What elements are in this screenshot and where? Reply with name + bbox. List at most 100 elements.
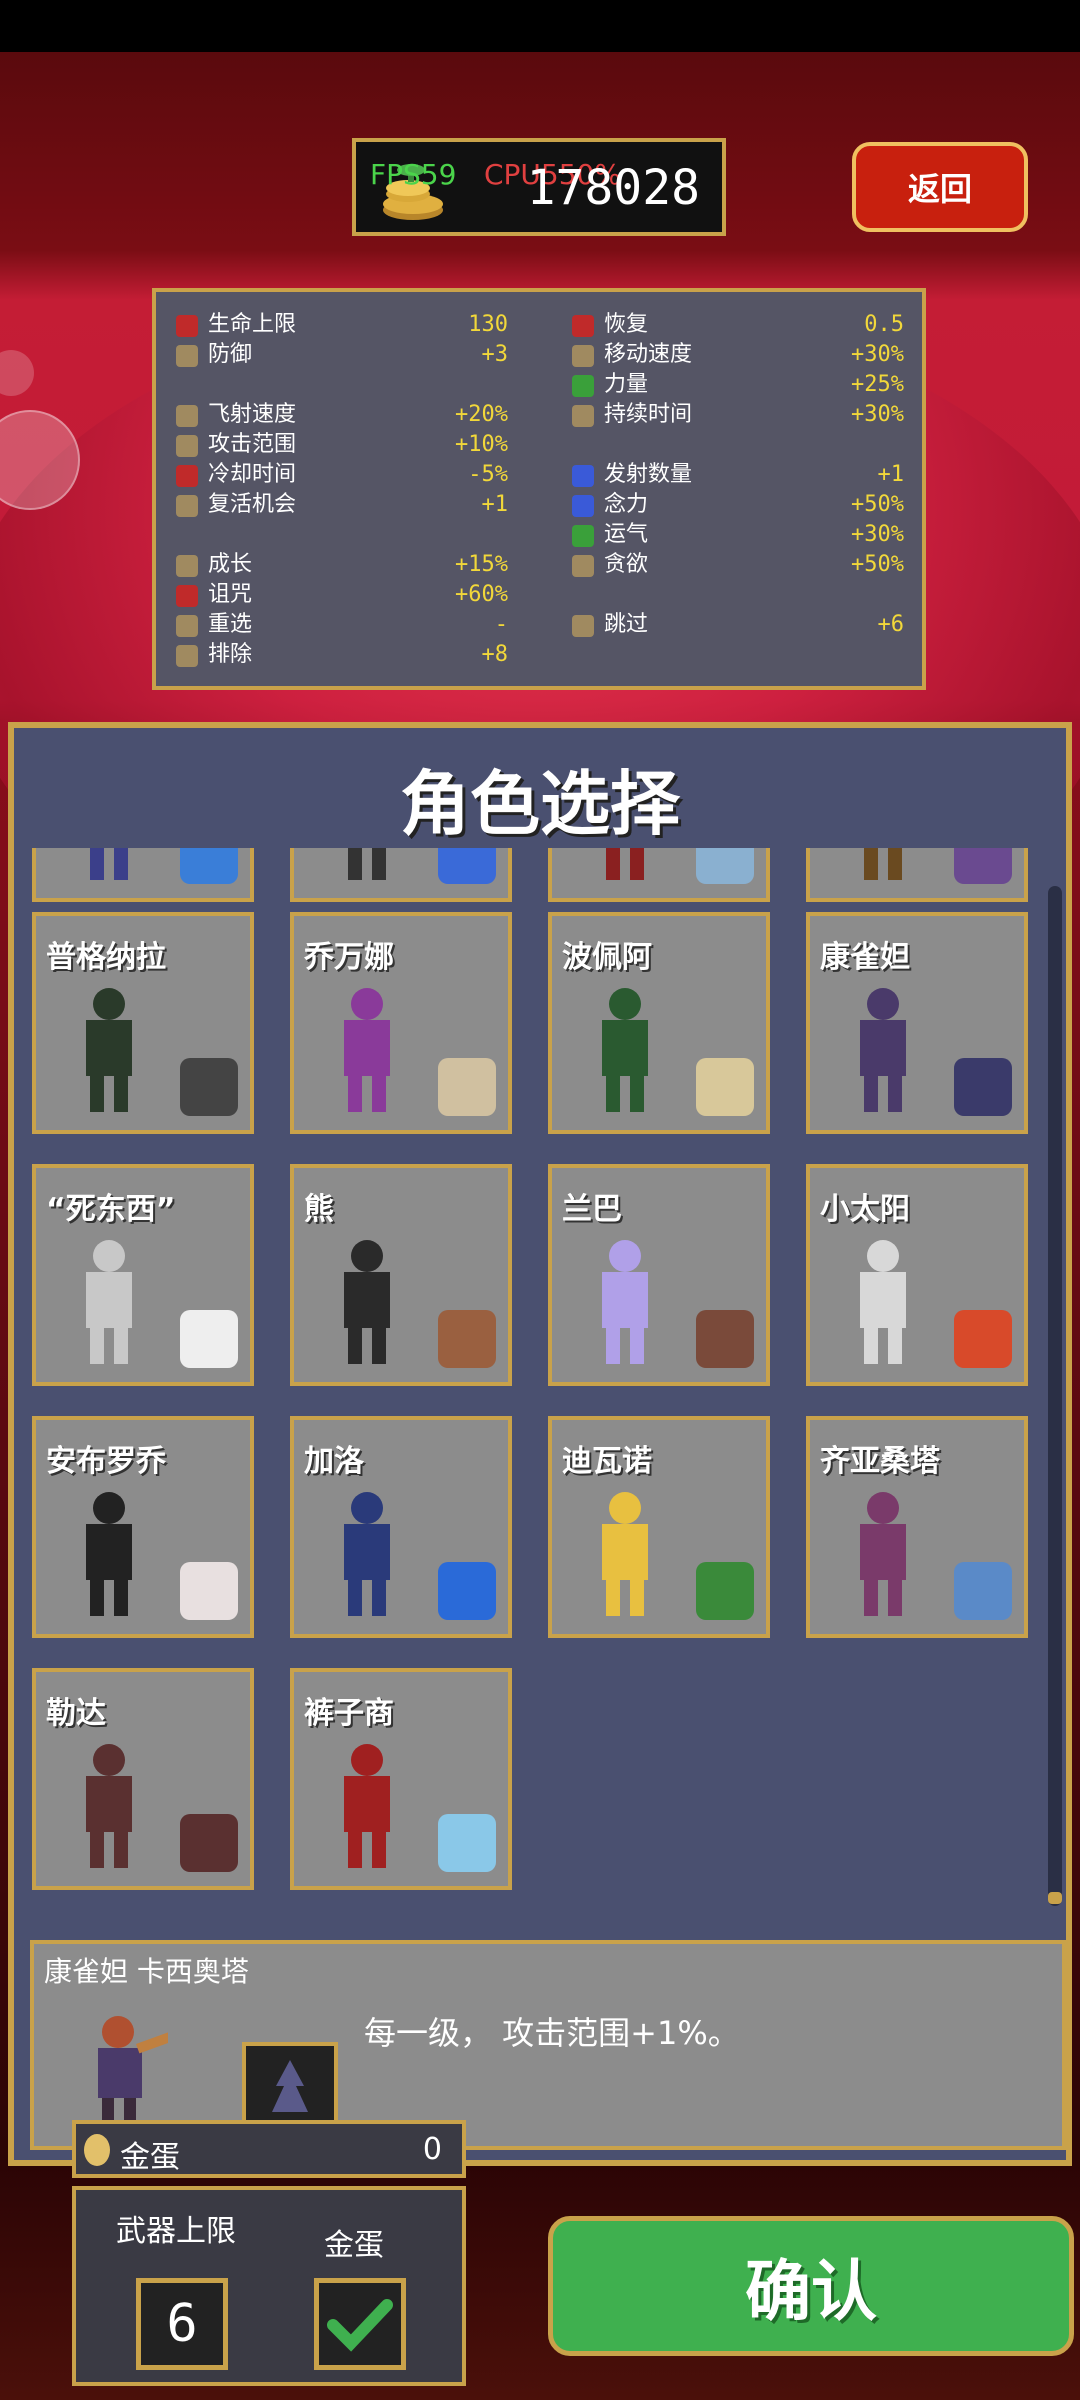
character-card[interactable] <box>806 848 1028 902</box>
starting-weapon-icon <box>696 1562 754 1620</box>
golden-egg-label: 金蛋 <box>120 2140 180 2175</box>
character-name: 乔万娜 <box>304 940 394 975</box>
stat-label: 诅咒 <box>208 582 253 607</box>
stat-row: 飞射速度 +20% <box>156 400 516 430</box>
character-name: 勒达 <box>46 1696 106 1731</box>
character-card[interactable]: 普格纳拉 <box>32 912 254 1134</box>
starting-weapon-icon <box>438 1562 496 1620</box>
stat-spacer <box>552 580 912 610</box>
stat-value: 130 <box>468 312 508 337</box>
coin-counter: FPS59 CPU550% 178028 <box>352 138 726 236</box>
golden-egg-toggle-label: 金蛋 <box>324 2228 384 2263</box>
stat-label: 攻击范围 <box>208 432 297 457</box>
stat-row: 念力 +50% <box>552 490 912 520</box>
stat-value: +15% <box>455 552 508 577</box>
stat-row: 持续时间 +30% <box>552 400 912 430</box>
stat-value: +60% <box>455 582 508 607</box>
stats-left-column: 生命上限 130 防御 +3 飞射速度 +20% 攻击范围 +10% 冷却时间 -5% 复活机会 +1… <box>156 310 516 670</box>
character-sprite <box>344 1492 390 1616</box>
stat-label: 冷却时间 <box>208 462 297 487</box>
character-sprite <box>86 1744 132 1868</box>
stat-label: 跳过 <box>604 612 649 637</box>
stat-label: 复活机会 <box>208 492 297 517</box>
character-grid[interactable]: 普格纳拉 乔万娜 波佩阿 康雀妲 “死东西” 熊 兰巴 小太阳安布罗乔 加洛 迪瓦诺 齐亚桑塔勒达 裤… <box>32 848 1040 1948</box>
stat-value: +30% <box>851 402 904 427</box>
character-card[interactable]: 裤子商 <box>290 1668 512 1890</box>
character-ability-text: 每一级， 攻击范围+1%。 <box>364 2014 740 2052</box>
stat-label: 发射数量 <box>604 462 693 487</box>
character-card[interactable]: 加洛 <box>290 1416 512 1638</box>
back-button[interactable]: 返回 <box>852 142 1028 232</box>
character-card[interactable]: 勒达 <box>32 1668 254 1890</box>
character-sprite <box>602 1240 648 1364</box>
stat-value: +1 <box>481 492 509 517</box>
boot-icon <box>176 405 198 427</box>
character-sprite <box>86 1492 132 1616</box>
stat-row: 贪欲 +50% <box>552 550 912 580</box>
character-card[interactable]: 康雀妲 <box>806 912 1028 1134</box>
character-name: 熊 <box>304 1192 334 1227</box>
golden-egg-count: 0 <box>422 2132 442 2167</box>
stat-row: 排除 +8 <box>156 640 516 670</box>
character-name: 普格纳拉 <box>46 940 166 975</box>
stat-row: 防御 +3 <box>156 340 516 370</box>
stat-row: 攻击范围 +10% <box>156 430 516 460</box>
character-card[interactable]: 兰巴 <box>548 1164 770 1386</box>
armor-icon <box>176 345 198 367</box>
stat-row: 复活机会 +1 <box>156 490 516 520</box>
character-name: 加洛 <box>304 1444 364 1479</box>
stat-value: +20% <box>455 402 508 427</box>
greed-icon <box>572 555 594 577</box>
character-name: 裤子商 <box>304 1696 394 1731</box>
starting-weapon-icon <box>180 1562 238 1620</box>
stat-row: 移动速度 +30% <box>552 340 912 370</box>
options-panel: 武器上限 金蛋 6 <box>72 2186 466 2386</box>
starting-weapon-icon <box>180 1310 238 1368</box>
golden-egg-icon <box>84 2134 110 2166</box>
checkmark-icon <box>327 2299 393 2352</box>
stat-value: +3 <box>481 342 509 367</box>
character-card[interactable]: 熊 <box>290 1164 512 1386</box>
stat-row: 恢复 0.5 <box>552 310 912 340</box>
stat-row: 跳过 +6 <box>552 610 912 640</box>
weapon-limit-value[interactable]: 6 <box>136 2278 228 2370</box>
character-select-panel: 角色选择 普格纳拉 乔万娜 波佩阿 康雀妲 “死东西” 熊 兰巴 小太阳 安布罗乔 加洛 迪瓦诺 齐亚… <box>8 722 1072 2166</box>
skull-icon <box>176 585 198 607</box>
character-card[interactable] <box>548 848 770 902</box>
starting-weapon-icon <box>696 1058 754 1116</box>
character-card[interactable]: 乔万娜 <box>290 912 512 1134</box>
character-name: “死东西” <box>46 1192 176 1227</box>
banish-icon <box>176 645 198 667</box>
amount-icon <box>572 465 594 487</box>
revival-icon <box>176 495 198 517</box>
golden-egg-checkbox[interactable] <box>314 2278 406 2370</box>
orb-icon <box>572 495 594 517</box>
starting-weapon-icon <box>696 1310 754 1368</box>
character-sprite <box>344 988 390 1112</box>
character-card[interactable]: 齐亚桑塔 <box>806 1416 1028 1638</box>
character-sprite <box>860 1492 906 1616</box>
stat-spacer <box>156 370 516 400</box>
character-card[interactable] <box>290 848 512 902</box>
confirm-button[interactable]: 确认 <box>548 2216 1074 2356</box>
character-card[interactable]: 小太阳 <box>806 1164 1028 1386</box>
clover-icon <box>572 525 594 547</box>
stat-value: +50% <box>851 492 904 517</box>
stat-value: -5% <box>468 462 508 487</box>
coin-count: 178028 <box>526 160 700 216</box>
character-card[interactable]: 波佩阿 <box>548 912 770 1134</box>
stat-value: +10% <box>455 432 508 457</box>
range-icon <box>176 435 198 457</box>
starting-weapon-icon <box>954 1310 1012 1368</box>
character-card[interactable]: “死东西” <box>32 1164 254 1386</box>
scrollbar-track[interactable] <box>1048 886 1062 1906</box>
character-card[interactable]: 迪瓦诺 <box>548 1416 770 1638</box>
character-card[interactable] <box>32 848 254 902</box>
character-card[interactable]: 安布罗乔 <box>32 1416 254 1638</box>
stat-label: 移动速度 <box>604 342 693 367</box>
scrollbar-thumb[interactable] <box>1048 1892 1062 1904</box>
stat-value: +30% <box>851 342 904 367</box>
regen-heart-icon <box>572 315 594 337</box>
character-sprite <box>86 988 132 1112</box>
stat-value: +25% <box>851 372 904 397</box>
